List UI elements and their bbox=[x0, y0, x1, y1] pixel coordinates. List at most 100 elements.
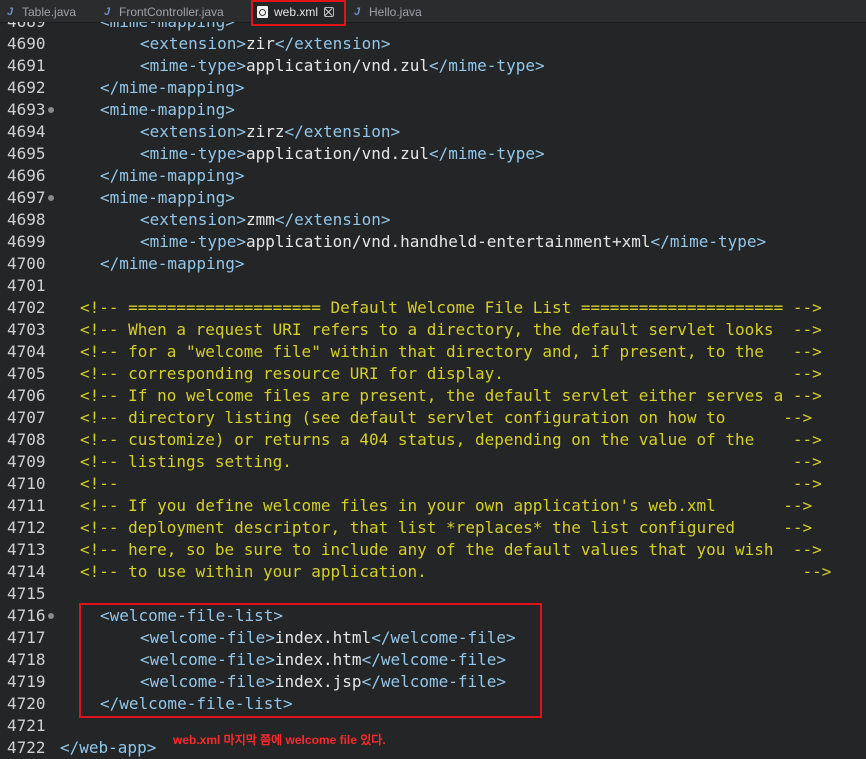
xml-tag: <extension> bbox=[140, 210, 246, 229]
tab-web-xml[interactable]: web.xml bbox=[252, 0, 344, 23]
code-text: <!-- If you define welcome files in your… bbox=[80, 495, 812, 517]
line-number: 4711 bbox=[7, 496, 46, 515]
line-number: 4710 bbox=[7, 474, 46, 493]
line-number: 4690 bbox=[7, 34, 46, 53]
fold-toggle-icon[interactable] bbox=[48, 107, 54, 113]
xml-tag: <welcome-file-list> bbox=[100, 606, 284, 625]
line-number: 4707 bbox=[7, 408, 46, 427]
code-text: <welcome-file>index.html</welcome-file> bbox=[140, 627, 516, 649]
tab-label: web.xml bbox=[274, 4, 319, 19]
line-number: 4699 bbox=[7, 232, 46, 251]
xml-comment: <!-- to use within your application. --> bbox=[80, 562, 832, 581]
code-line: 4714 <!-- to use within your application.… bbox=[0, 561, 866, 583]
line-number: 4719 bbox=[7, 672, 46, 691]
xml-tag: </welcome-file> bbox=[361, 672, 507, 691]
tab-hello-java[interactable]: J Hello.java bbox=[351, 0, 422, 23]
code-line: 4700 </mime-mapping> bbox=[0, 253, 866, 275]
xml-text: zirz bbox=[245, 122, 285, 141]
code-line: 4719 <welcome-file>index.jsp</welcome-fil… bbox=[0, 671, 866, 693]
line-number: 4701 bbox=[7, 276, 46, 295]
code-text: <welcome-file-list> bbox=[100, 605, 283, 627]
line-number: 4708 bbox=[7, 430, 46, 449]
code-text: <mime-mapping> bbox=[100, 99, 235, 121]
xml-tag: </welcome-file> bbox=[371, 628, 516, 647]
code-text: <mime-type>application/vnd.zul</mime-typ… bbox=[140, 55, 545, 77]
tab-table-java[interactable]: J Table.java bbox=[4, 0, 76, 23]
xml-tag: </welcome-file> bbox=[361, 650, 507, 669]
line-number: 4722 bbox=[7, 738, 46, 757]
line-number: 4698 bbox=[7, 210, 46, 229]
tab-frontcontroller-java[interactable]: J FrontController.java bbox=[101, 0, 224, 23]
close-icon[interactable] bbox=[324, 6, 335, 17]
code-line: 4692 </mime-mapping> bbox=[0, 77, 866, 99]
xml-comment: <!-- corresponding resource URI for disp… bbox=[80, 364, 822, 383]
code-line: 4690 <extension>zir</extension> bbox=[0, 33, 866, 55]
xml-comment: <!-- customize) or returns a 404 status,… bbox=[80, 430, 822, 449]
xml-text: application/vnd.zul bbox=[245, 144, 429, 163]
xml-text: zmm bbox=[245, 210, 275, 229]
xml-tag: </extension> bbox=[274, 34, 391, 53]
fold-toggle-icon[interactable] bbox=[48, 613, 54, 619]
xml-tag: </mime-type> bbox=[429, 144, 545, 163]
line-number: 4693 bbox=[7, 100, 46, 119]
code-line: 4708 <!-- customize) or returns a 404 sta… bbox=[0, 429, 866, 451]
xml-file-icon bbox=[257, 5, 268, 18]
editor-tab-bar: J Table.java J FrontController.java web.… bbox=[0, 0, 866, 26]
line-number: 4700 bbox=[7, 254, 46, 273]
xml-tag: <extension> bbox=[140, 34, 246, 53]
line-number: 4704 bbox=[7, 342, 46, 361]
annotation-note: web.xml 마지막 쯤에 welcome file 있다. bbox=[173, 733, 386, 747]
fold-toggle-icon[interactable] bbox=[48, 195, 54, 201]
code-line: 4701 bbox=[0, 275, 866, 297]
xml-comment: <!-- --> bbox=[80, 474, 822, 493]
xml-text: index.htm bbox=[274, 650, 362, 669]
code-text: </mime-mapping> bbox=[100, 165, 245, 187]
xml-comment: <!-- ==================== Default Welcom… bbox=[80, 298, 822, 317]
code-text: <!-- listings setting. --> bbox=[80, 451, 822, 473]
xml-comment: <!-- here, so be sure to include any of … bbox=[80, 540, 822, 559]
xml-tag: </extension> bbox=[274, 210, 391, 229]
xml-tag: <welcome-file> bbox=[140, 628, 275, 647]
line-number: 4705 bbox=[7, 364, 46, 383]
xml-tag: <mime-type> bbox=[140, 144, 246, 163]
line-number: 4720 bbox=[7, 694, 46, 713]
xml-tag: </extension> bbox=[284, 122, 401, 141]
code-line: 4722 </web-app> bbox=[0, 737, 866, 759]
code-line: 4707 <!-- directory listing (see default … bbox=[0, 407, 866, 429]
code-line: 4711 <!-- If you define welcome files in … bbox=[0, 495, 866, 517]
xml-comment: <!-- deployment descriptor, that list *r… bbox=[80, 518, 813, 537]
code-text: <!-- If no welcome files are present, th… bbox=[80, 385, 822, 407]
line-number: 4717 bbox=[7, 628, 46, 647]
xml-comment: <!-- When a request URI refers to a dire… bbox=[80, 320, 822, 339]
xml-tag: <mime-mapping> bbox=[100, 22, 235, 31]
line-number: 4703 bbox=[7, 320, 46, 339]
xml-comment: <!-- If you define welcome files in your… bbox=[80, 496, 813, 515]
line-number: 4716 bbox=[7, 606, 46, 625]
xml-tag: <welcome-file> bbox=[140, 650, 275, 669]
xml-tag: <welcome-file> bbox=[140, 672, 275, 691]
code-line: 4712 <!-- deployment descriptor, that lis… bbox=[0, 517, 866, 539]
code-text: <!-- customize) or returns a 404 status,… bbox=[80, 429, 822, 451]
line-number: 4721 bbox=[7, 716, 46, 735]
code-line: 4698 <extension>zmm</extension> bbox=[0, 209, 866, 231]
code-line: 4717 <welcome-file>index.html</welcome-fi… bbox=[0, 627, 866, 649]
code-line: 4710 <!-- --> bbox=[0, 473, 866, 495]
code-text: <!-- for a "welcome file" within that di… bbox=[80, 341, 822, 363]
xml-tag: </mime-type> bbox=[650, 232, 767, 251]
code-line: 4689 <mime-mapping> bbox=[0, 22, 866, 33]
line-number: 4713 bbox=[7, 540, 46, 559]
code-line: 4695 <mime-type>application/vnd.zul</mime… bbox=[0, 143, 866, 165]
xml-text: zir bbox=[245, 34, 275, 53]
code-line: 4699 <mime-type>application/vnd.handheld-… bbox=[0, 231, 866, 253]
tab-label: FrontController.java bbox=[119, 4, 224, 19]
code-editor[interactable]: 4689<mime-mapping>4690<extension>zir</ex… bbox=[0, 22, 866, 759]
code-line: 4693 <mime-mapping> bbox=[0, 99, 866, 121]
code-line: 4706 <!-- If no welcome files are present… bbox=[0, 385, 866, 407]
xml-tag: </mime-type> bbox=[429, 56, 545, 75]
line-number: 4718 bbox=[7, 650, 46, 669]
code-text: </mime-mapping> bbox=[100, 77, 245, 99]
line-number: 4714 bbox=[7, 562, 46, 581]
code-line: 4709 <!-- listings setting. --> bbox=[0, 451, 866, 473]
code-line: 4715 bbox=[0, 583, 866, 605]
xml-text: index.jsp bbox=[274, 672, 362, 691]
